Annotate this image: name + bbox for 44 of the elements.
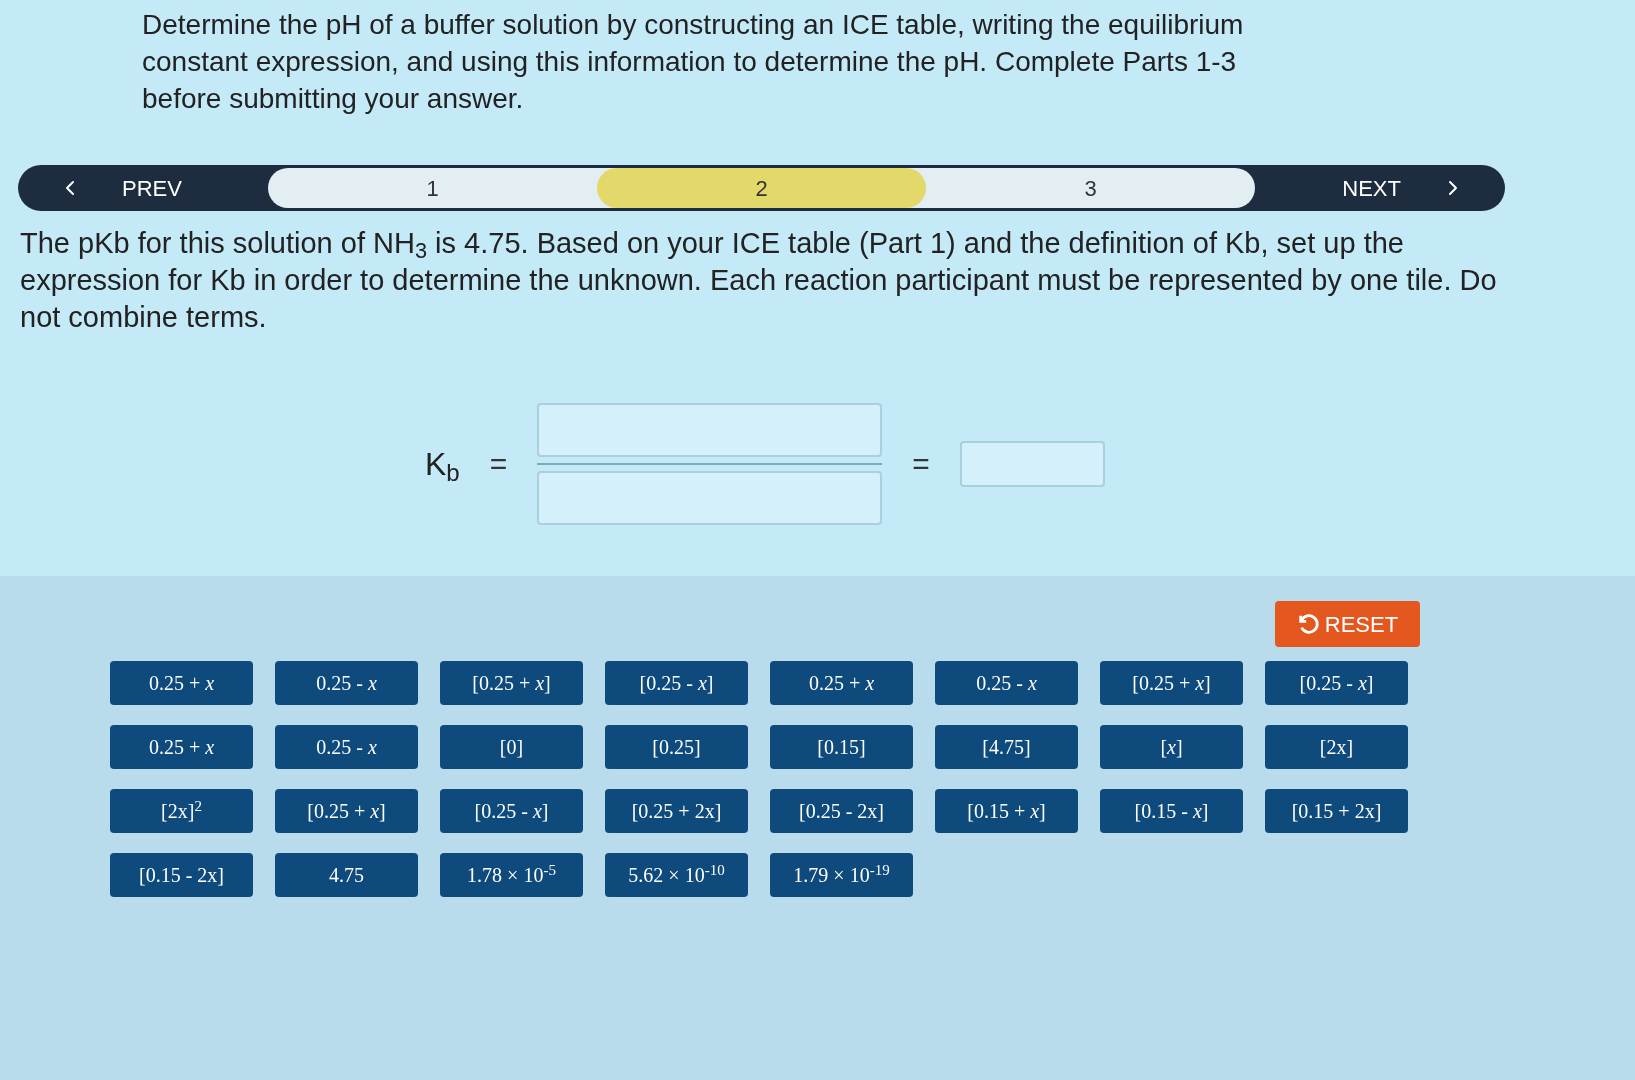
numerator-drop-zone[interactable] xyxy=(537,402,883,457)
answer-tile[interactable]: [0.15] xyxy=(770,725,913,769)
prev-button[interactable]: PREV xyxy=(18,165,268,211)
answer-tile[interactable]: 5.62 × 10$^{-10}$ xyxy=(605,853,748,897)
denominator-drop-zone[interactable] xyxy=(537,470,883,525)
answer-tile[interactable]: [0.25 + x] xyxy=(440,661,583,705)
answer-tile[interactable]: 1.78 × 10$^{-5}$ xyxy=(440,853,583,897)
question-text: The pKb for this solution of NH$_{3}$ is 4.75. Based on your ICE table (Part 1) and the definition of Kb, set up the expression for Kb in order to determine the unknown. Each reaction participant must be represented by one tile. Do not combine terms. xyxy=(20,226,1498,335)
answer-tile[interactable]: 1.79 × 10$^{-19}$ xyxy=(770,853,913,897)
answer-tile[interactable]: [0.25 + x] xyxy=(275,789,418,833)
reset-button[interactable]: RESET xyxy=(1275,601,1420,647)
answer-tile[interactable]: 0.25 - x xyxy=(935,661,1078,705)
answer-tile[interactable]: [0.25 - 2x] xyxy=(770,789,913,833)
answer-tile[interactable]: [0] xyxy=(440,725,583,769)
step-tab[interactable]: 1 xyxy=(268,168,597,208)
answer-tile[interactable]: 0.25 + x xyxy=(110,661,253,705)
answer-tile[interactable]: 0.25 + x xyxy=(110,725,253,769)
answer-tile[interactable]: 4.75 xyxy=(275,853,418,897)
answer-tile[interactable]: [0.15 + 2x] xyxy=(1265,789,1408,833)
answer-tile[interactable]: [0.25 - x] xyxy=(605,661,748,705)
step-tab[interactable]: 3 xyxy=(926,168,1255,208)
answer-tile[interactable]: [x] xyxy=(1100,725,1243,769)
equals-sign: = xyxy=(489,446,508,482)
answer-tile[interactable]: [2x]$^{2}$ xyxy=(110,789,253,833)
equals-sign: = xyxy=(912,446,930,482)
answer-tile[interactable]: [0.15 + x] xyxy=(935,789,1078,833)
undo-icon xyxy=(1296,613,1319,635)
answer-tile[interactable]: [0.25 + 2x] xyxy=(605,789,748,833)
answer-tile[interactable]: [2x] xyxy=(1265,725,1408,769)
answer-tile[interactable]: [0.25 - x] xyxy=(440,789,583,833)
answer-tile[interactable]: [0.15 - 2x] xyxy=(110,853,253,897)
answer-tile[interactable]: 0.25 - x xyxy=(275,661,418,705)
next-button[interactable]: NEXT xyxy=(1255,165,1505,211)
answer-tile[interactable]: [0.15 - x] xyxy=(1100,789,1243,833)
answer-tile[interactable]: [0.25 - x] xyxy=(1265,661,1408,705)
answer-tile[interactable]: [4.75] xyxy=(935,725,1078,769)
instructions-text: Determine the pH of a buffer solution by constructing an ICE table, writing the equilibrium constant expression, and using this information to determine the pH. Complete Parts 1-3 before submitting your answer. xyxy=(142,8,1245,116)
answer-tile[interactable]: 0.25 + x xyxy=(770,661,913,705)
answer-tile[interactable]: [0.25 + x] xyxy=(1100,661,1243,705)
kb-label: K$_{b}$ xyxy=(425,444,460,488)
result-drop-zone[interactable] xyxy=(959,440,1105,487)
answer-tile[interactable]: [0.25] xyxy=(605,725,748,769)
step-tab[interactable]: 2 xyxy=(597,168,926,208)
answer-tile[interactable]: 0.25 - x xyxy=(275,725,418,769)
